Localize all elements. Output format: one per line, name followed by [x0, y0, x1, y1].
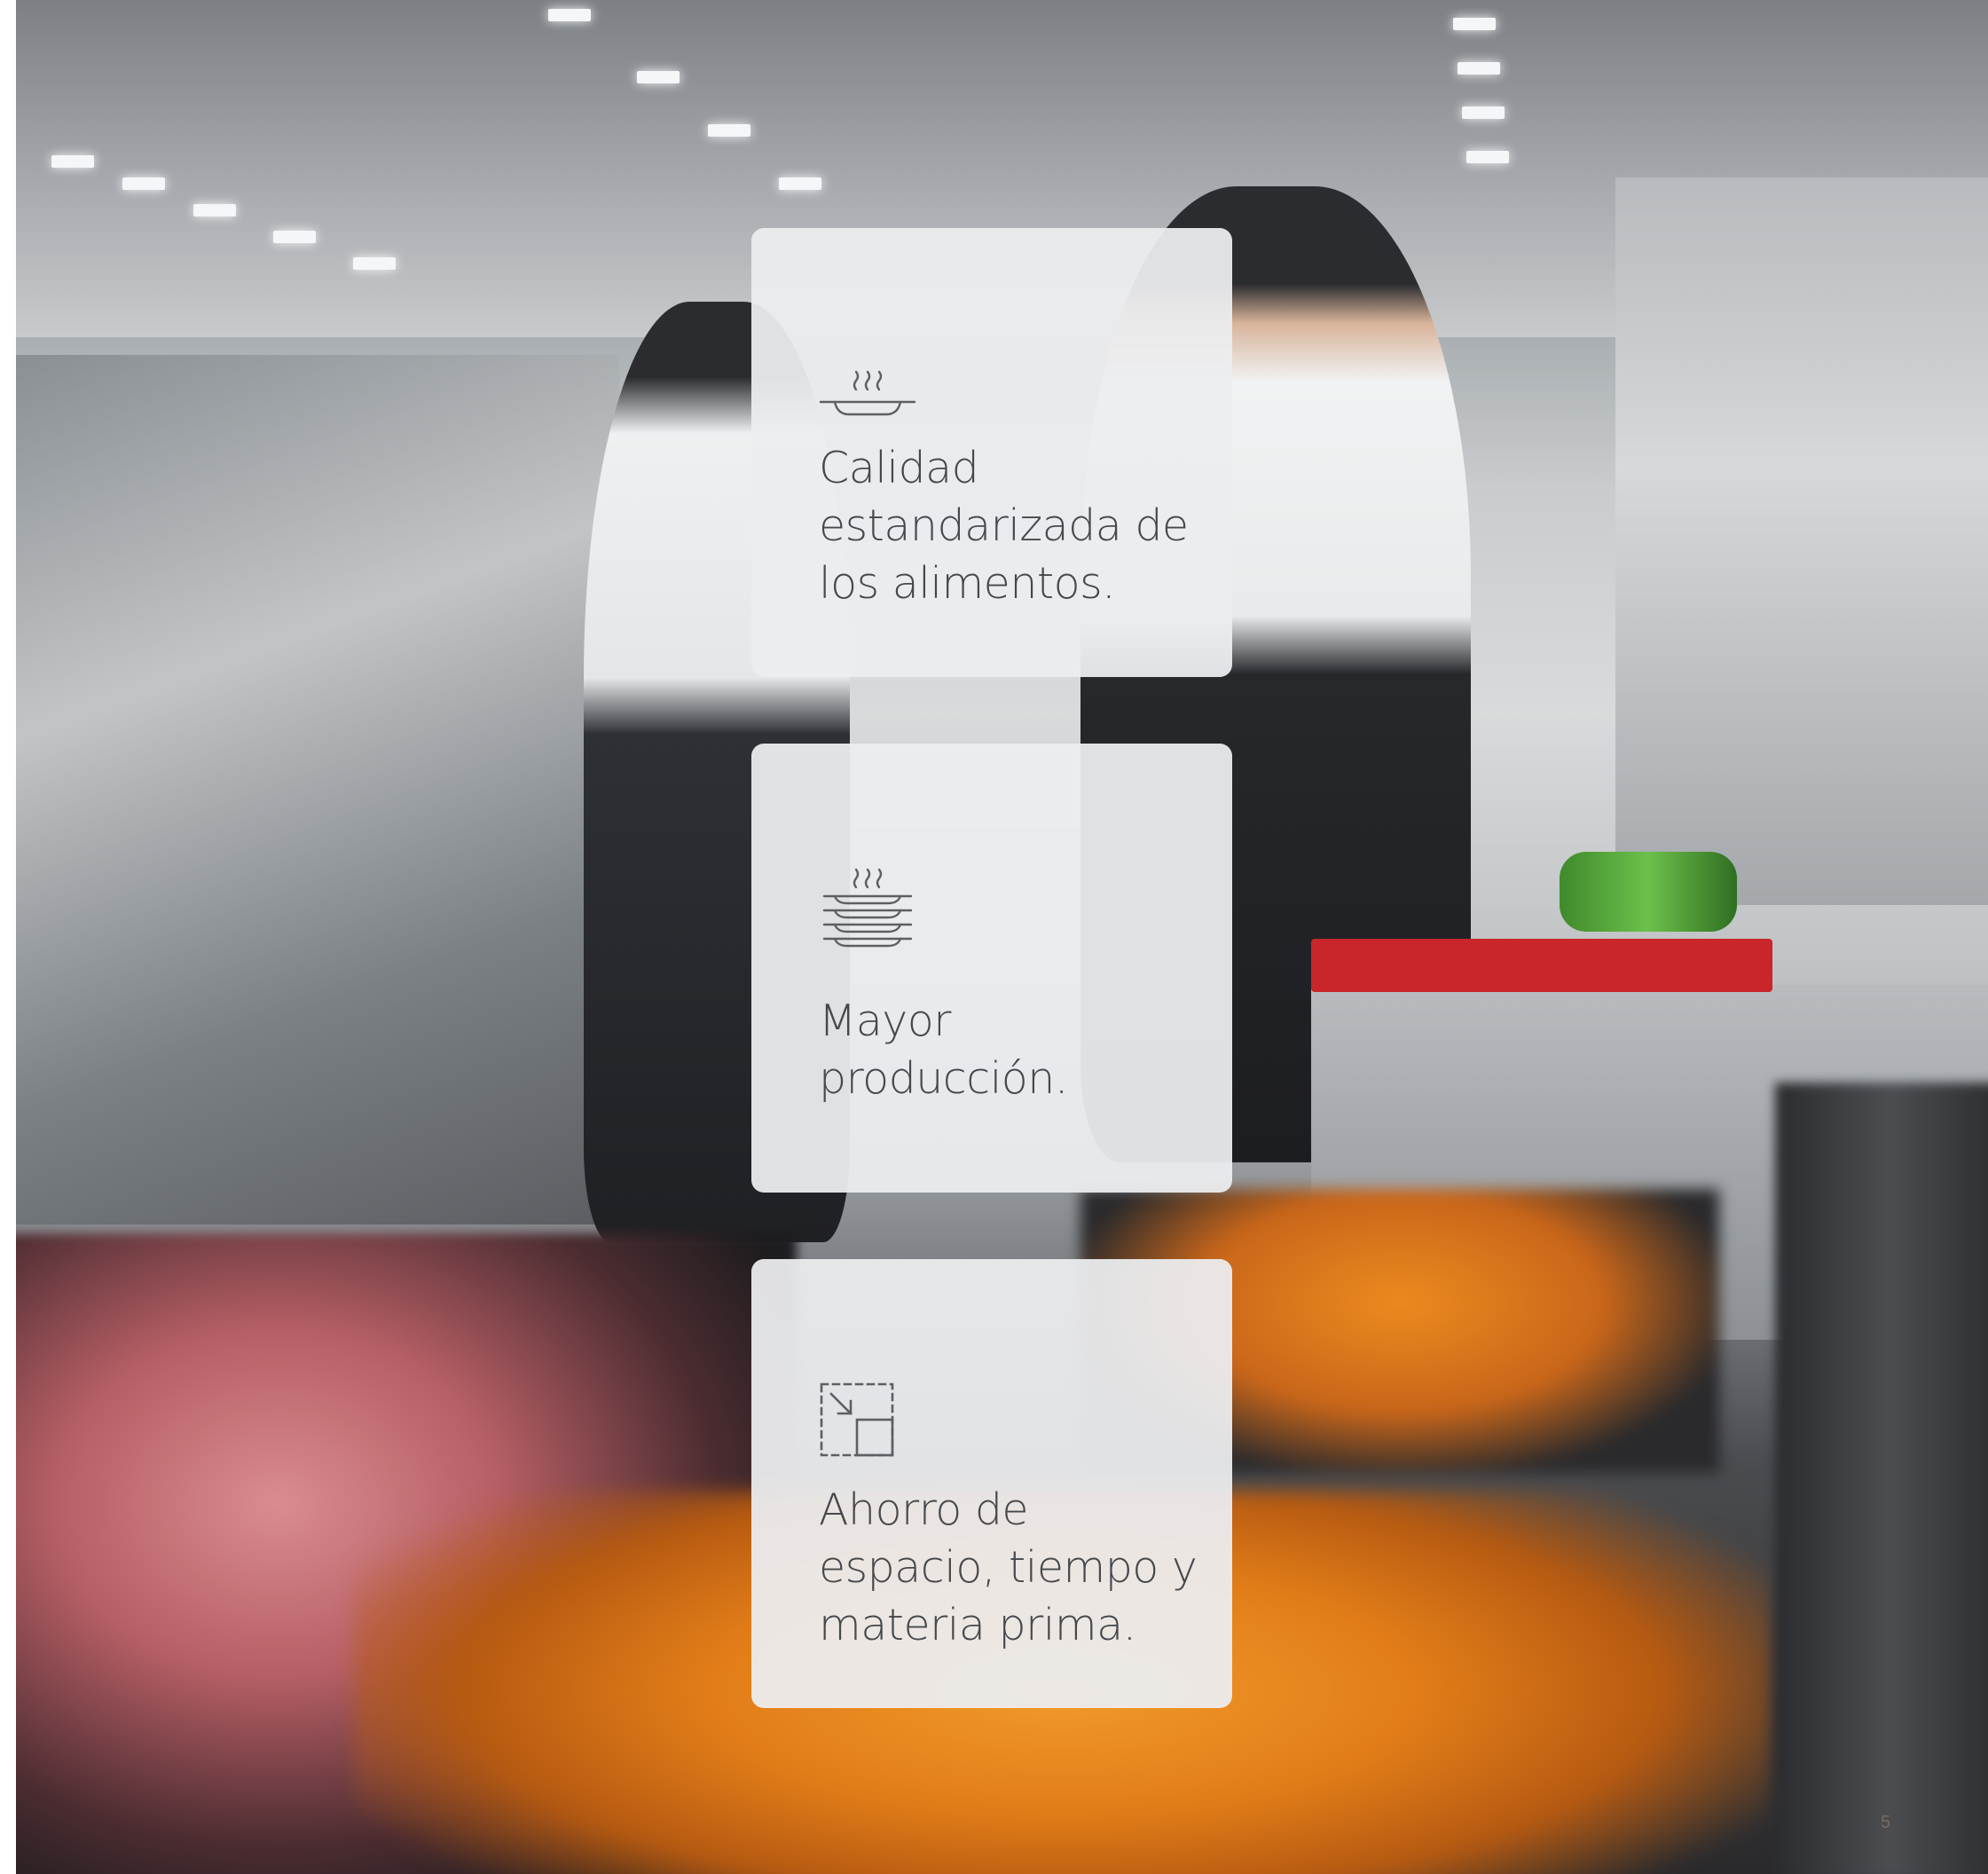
- benefit-card-production: Mayor producción.: [751, 744, 1232, 1193]
- ceiling-light: [708, 124, 750, 137]
- ceiling-light: [1453, 18, 1496, 30]
- ceiling-light: [637, 71, 680, 83]
- ceiling-light: [779, 177, 821, 190]
- steel-kettle: [16, 355, 619, 1224]
- ceiling-light: [353, 257, 396, 270]
- steaming-plate-icon: [819, 363, 916, 434]
- cutting-board: [1311, 939, 1772, 992]
- ceiling-light: [1462, 106, 1505, 119]
- shelving-wall: [1615, 177, 1988, 905]
- page-number: 5: [1881, 1813, 1891, 1832]
- benefit-text: Ahorro de espacio, tiempo y materia prim…: [819, 1484, 1198, 1650]
- green-onions: [1560, 852, 1737, 932]
- ceiling-light: [1466, 151, 1509, 163]
- ceiling-light: [1458, 62, 1500, 75]
- resize-arrow-icon: [819, 1382, 895, 1458]
- benefit-text: Calidad estandarizada de los alimentos.: [819, 443, 1189, 609]
- ceiling-light: [548, 9, 591, 21]
- ceiling-light: [51, 155, 94, 168]
- stacked-plates-icon: [819, 866, 916, 964]
- benefit-card-quality: Calidad estandarizada de los alimentos.: [751, 228, 1232, 677]
- ceiling-light: [122, 177, 165, 190]
- tray-edge: [1775, 1083, 1988, 1874]
- benefit-text: Mayor producción.: [819, 996, 1068, 1104]
- ceiling-light: [273, 231, 316, 243]
- ceiling-light: [193, 204, 236, 217]
- benefit-card-savings: Ahorro de espacio, tiempo y materia prim…: [751, 1259, 1232, 1708]
